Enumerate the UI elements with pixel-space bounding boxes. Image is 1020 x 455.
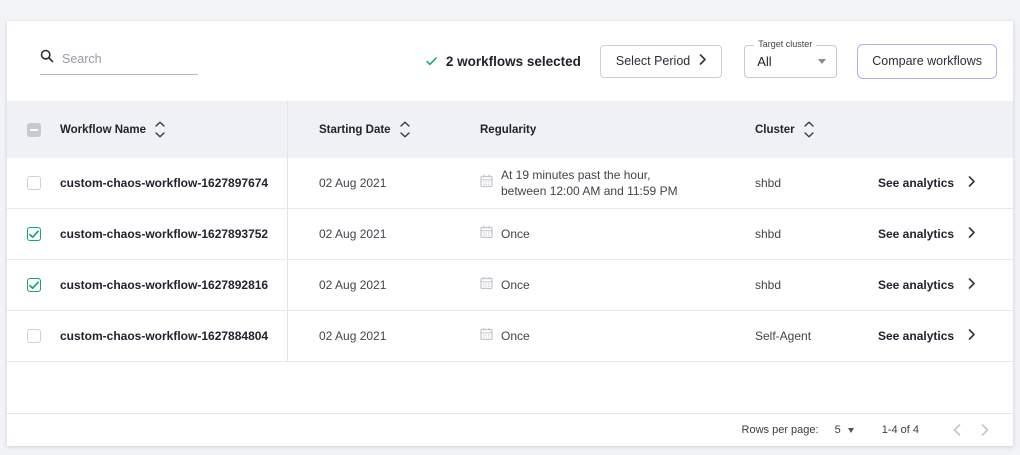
pagination-bar: Rows per page: 5 1-4 of 4: [7, 413, 1013, 446]
sort-descending-icon[interactable]: [400, 132, 410, 138]
rows-per-page-select[interactable]: 5: [835, 424, 854, 436]
search-box[interactable]: [40, 49, 198, 75]
cluster-name: Self-Agent: [740, 311, 860, 361]
sort-ascending-icon[interactable]: [400, 121, 410, 127]
see-analytics-link[interactable]: See analytics: [878, 278, 954, 292]
column-header-starting-date: Starting Date: [287, 101, 460, 158]
column-header-regularity: Regularity: [460, 101, 740, 158]
chevron-down-icon: [848, 428, 854, 433]
pagination-range: 1-4 of 4: [882, 424, 919, 436]
chevron-right-icon: [699, 54, 706, 68]
target-cluster-value: All: [757, 54, 771, 69]
starting-date: 02 Aug 2021: [287, 311, 460, 361]
column-header-workflow-name: Workflow Name: [60, 121, 287, 138]
workflow-name: custom-chaos-workflow-1627884804: [60, 329, 287, 343]
selection-status-label: 2 workflows selected: [446, 54, 581, 69]
workflow-name: custom-chaos-workflow-1627897674: [60, 176, 287, 190]
see-analytics-link[interactable]: See analytics: [878, 176, 954, 190]
toolbar: 2 workflows selected Select Period Targe…: [7, 21, 1013, 101]
sort-control: [804, 121, 814, 138]
table-row: custom-chaos-workflow-1627893752 02 Aug …: [7, 209, 1013, 260]
starting-date: 02 Aug 2021: [287, 158, 460, 208]
toolbar-right: 2 workflows selected Select Period Targe…: [426, 44, 997, 79]
row-checkbox[interactable]: [27, 227, 41, 241]
indeterminate-icon: [30, 129, 38, 131]
chevron-right-icon[interactable]: [968, 225, 975, 243]
select-period-button[interactable]: Select Period: [600, 45, 722, 78]
sort-control: [400, 121, 410, 138]
chevron-down-icon: [818, 59, 826, 64]
select-all-checkbox[interactable]: [27, 123, 41, 137]
chevron-right-icon[interactable]: [968, 276, 975, 294]
calendar-icon: [480, 225, 493, 243]
next-page-button[interactable]: [971, 417, 999, 443]
check-icon: [426, 54, 437, 69]
see-analytics-link[interactable]: See analytics: [878, 227, 954, 241]
regularity-text: At 19 minutes past the hour, between 12:…: [501, 167, 678, 199]
calendar-icon: [480, 327, 493, 345]
target-cluster-label: Target cluster: [754, 39, 816, 49]
column-header-cluster: Cluster: [740, 101, 860, 158]
table-row: custom-chaos-workflow-1627897674 02 Aug …: [7, 158, 1013, 209]
search-input[interactable]: [62, 52, 198, 66]
row-checkbox[interactable]: [27, 329, 41, 343]
search-icon: [40, 49, 54, 68]
select-period-label: Select Period: [616, 54, 690, 68]
workflow-name: custom-chaos-workflow-1627892816: [60, 278, 287, 292]
table-header: Workflow Name Starting Date Regularity C…: [7, 101, 1013, 158]
target-cluster-select[interactable]: Target cluster All: [744, 45, 837, 78]
regularity-text: Once: [501, 328, 530, 344]
chevron-right-icon[interactable]: [968, 327, 975, 345]
chevron-right-icon[interactable]: [968, 174, 975, 192]
cluster-name: shbd: [740, 260, 860, 310]
table-row: custom-chaos-workflow-1627884804 02 Aug …: [7, 311, 1013, 362]
selection-status: 2 workflows selected: [426, 54, 581, 69]
previous-page-button[interactable]: [943, 417, 971, 443]
rows-per-page-value: 5: [835, 424, 841, 436]
see-analytics-link[interactable]: See analytics: [878, 329, 954, 343]
calendar-icon: [480, 276, 493, 294]
starting-date: 02 Aug 2021: [287, 209, 460, 259]
table-row: custom-chaos-workflow-1627892816 02 Aug …: [7, 260, 1013, 311]
workflow-name: custom-chaos-workflow-1627893752: [60, 227, 287, 241]
rows-per-page-label: Rows per page:: [742, 424, 819, 436]
row-checkbox[interactable]: [27, 176, 41, 190]
cluster-name: shbd: [740, 158, 860, 208]
sort-control: [155, 121, 165, 138]
calendar-icon: [480, 174, 493, 192]
cluster-name: shbd: [740, 209, 860, 259]
compare-workflows-button[interactable]: Compare workflows: [857, 44, 997, 79]
row-checkbox[interactable]: [27, 278, 41, 292]
sort-ascending-icon[interactable]: [804, 121, 814, 127]
sort-ascending-icon[interactable]: [155, 121, 165, 127]
sort-descending-icon[interactable]: [804, 132, 814, 138]
regularity-text: Once: [501, 277, 530, 293]
sort-descending-icon[interactable]: [155, 132, 165, 138]
table-empty-space: [7, 362, 1013, 413]
starting-date: 02 Aug 2021: [287, 260, 460, 310]
compare-workflows-label: Compare workflows: [872, 54, 982, 68]
regularity-text: Once: [501, 226, 530, 242]
workflow-comparison-card: 2 workflows selected Select Period Targe…: [7, 21, 1013, 446]
